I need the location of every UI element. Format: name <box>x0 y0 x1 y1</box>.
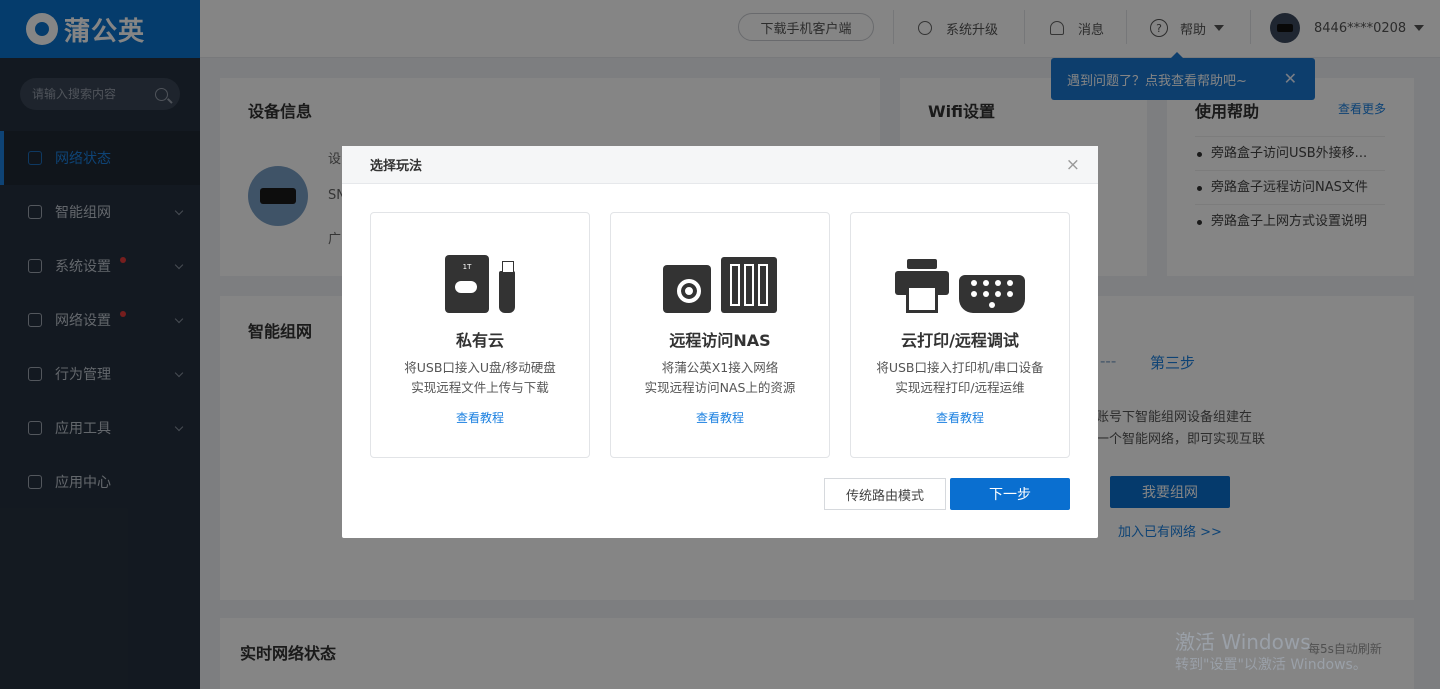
option-private-cloud[interactable]: 1T 私有云 将USB口接入U盘/移动硬盘 实现远程文件上传与下载 查看教程 <box>370 212 590 458</box>
option-desc-line: 将USB口接入打印机/串口设备 <box>876 360 1044 375</box>
view-tutorial-link[interactable]: 查看教程 <box>371 409 589 426</box>
option-desc-line: 将USB口接入U盘/移动硬盘 <box>404 360 556 375</box>
option-desc-line: 实现远程访问NAS上的资源 <box>644 380 796 395</box>
next-step-button[interactable]: 下一步 <box>950 478 1070 510</box>
close-icon[interactable]: × <box>1066 155 1080 175</box>
serial-port-icon <box>959 275 1025 313</box>
option-cloud-print[interactable]: 云打印/远程调试 将USB口接入打印机/串口设备 实现远程打印/远程运维 查看教… <box>850 212 1070 458</box>
disk-capacity-label: 1T <box>462 263 472 271</box>
dialog-title: 选择玩法 <box>370 159 423 174</box>
windows-watermark-title: 激活 Windows <box>1175 630 1311 654</box>
option-description: 将蒲公英X1接入网络 实现远程访问NAS上的资源 <box>611 358 829 398</box>
view-tutorial-link[interactable]: 查看教程 <box>851 409 1069 426</box>
dialog-header: 选择玩法 × <box>342 146 1098 184</box>
option-title: 私有云 <box>455 331 504 350</box>
nas-icon <box>721 257 777 313</box>
option-remote-nas[interactable]: 远程访问NAS 将蒲公英X1接入网络 实现远程访问NAS上的资源 查看教程 <box>610 212 830 458</box>
option-title: 云打印/远程调试 <box>901 331 1019 350</box>
view-tutorial-link[interactable]: 查看教程 <box>611 409 829 426</box>
printer-icon <box>895 259 949 313</box>
usb-stick-icon <box>499 261 515 313</box>
hard-disk-icon: 1T <box>445 255 489 313</box>
windows-watermark-text: 转到"设置"以激活 Windows。 <box>1175 657 1367 673</box>
option-desc-line: 实现远程打印/远程运维 <box>895 380 1025 395</box>
option-description: 将USB口接入U盘/移动硬盘 实现远程文件上传与下载 <box>371 358 589 398</box>
option-icons <box>611 253 829 313</box>
option-desc-line: 实现远程文件上传与下载 <box>411 380 549 395</box>
option-icons: 1T <box>371 253 589 313</box>
select-mode-dialog: 选择玩法 × 1T 私有云 将USB口接入U盘/移动硬盘 实现远程文件上传与下载… <box>342 146 1098 538</box>
option-icons <box>851 253 1069 313</box>
option-description: 将USB口接入打印机/串口设备 实现远程打印/远程运维 <box>851 358 1069 398</box>
device-box-icon <box>663 265 711 313</box>
option-desc-line: 将蒲公英X1接入网络 <box>661 360 779 375</box>
option-title: 远程访问NAS <box>669 331 771 350</box>
cloud-icon <box>455 281 477 293</box>
traditional-router-button[interactable]: 传统路由模式 <box>824 478 946 510</box>
